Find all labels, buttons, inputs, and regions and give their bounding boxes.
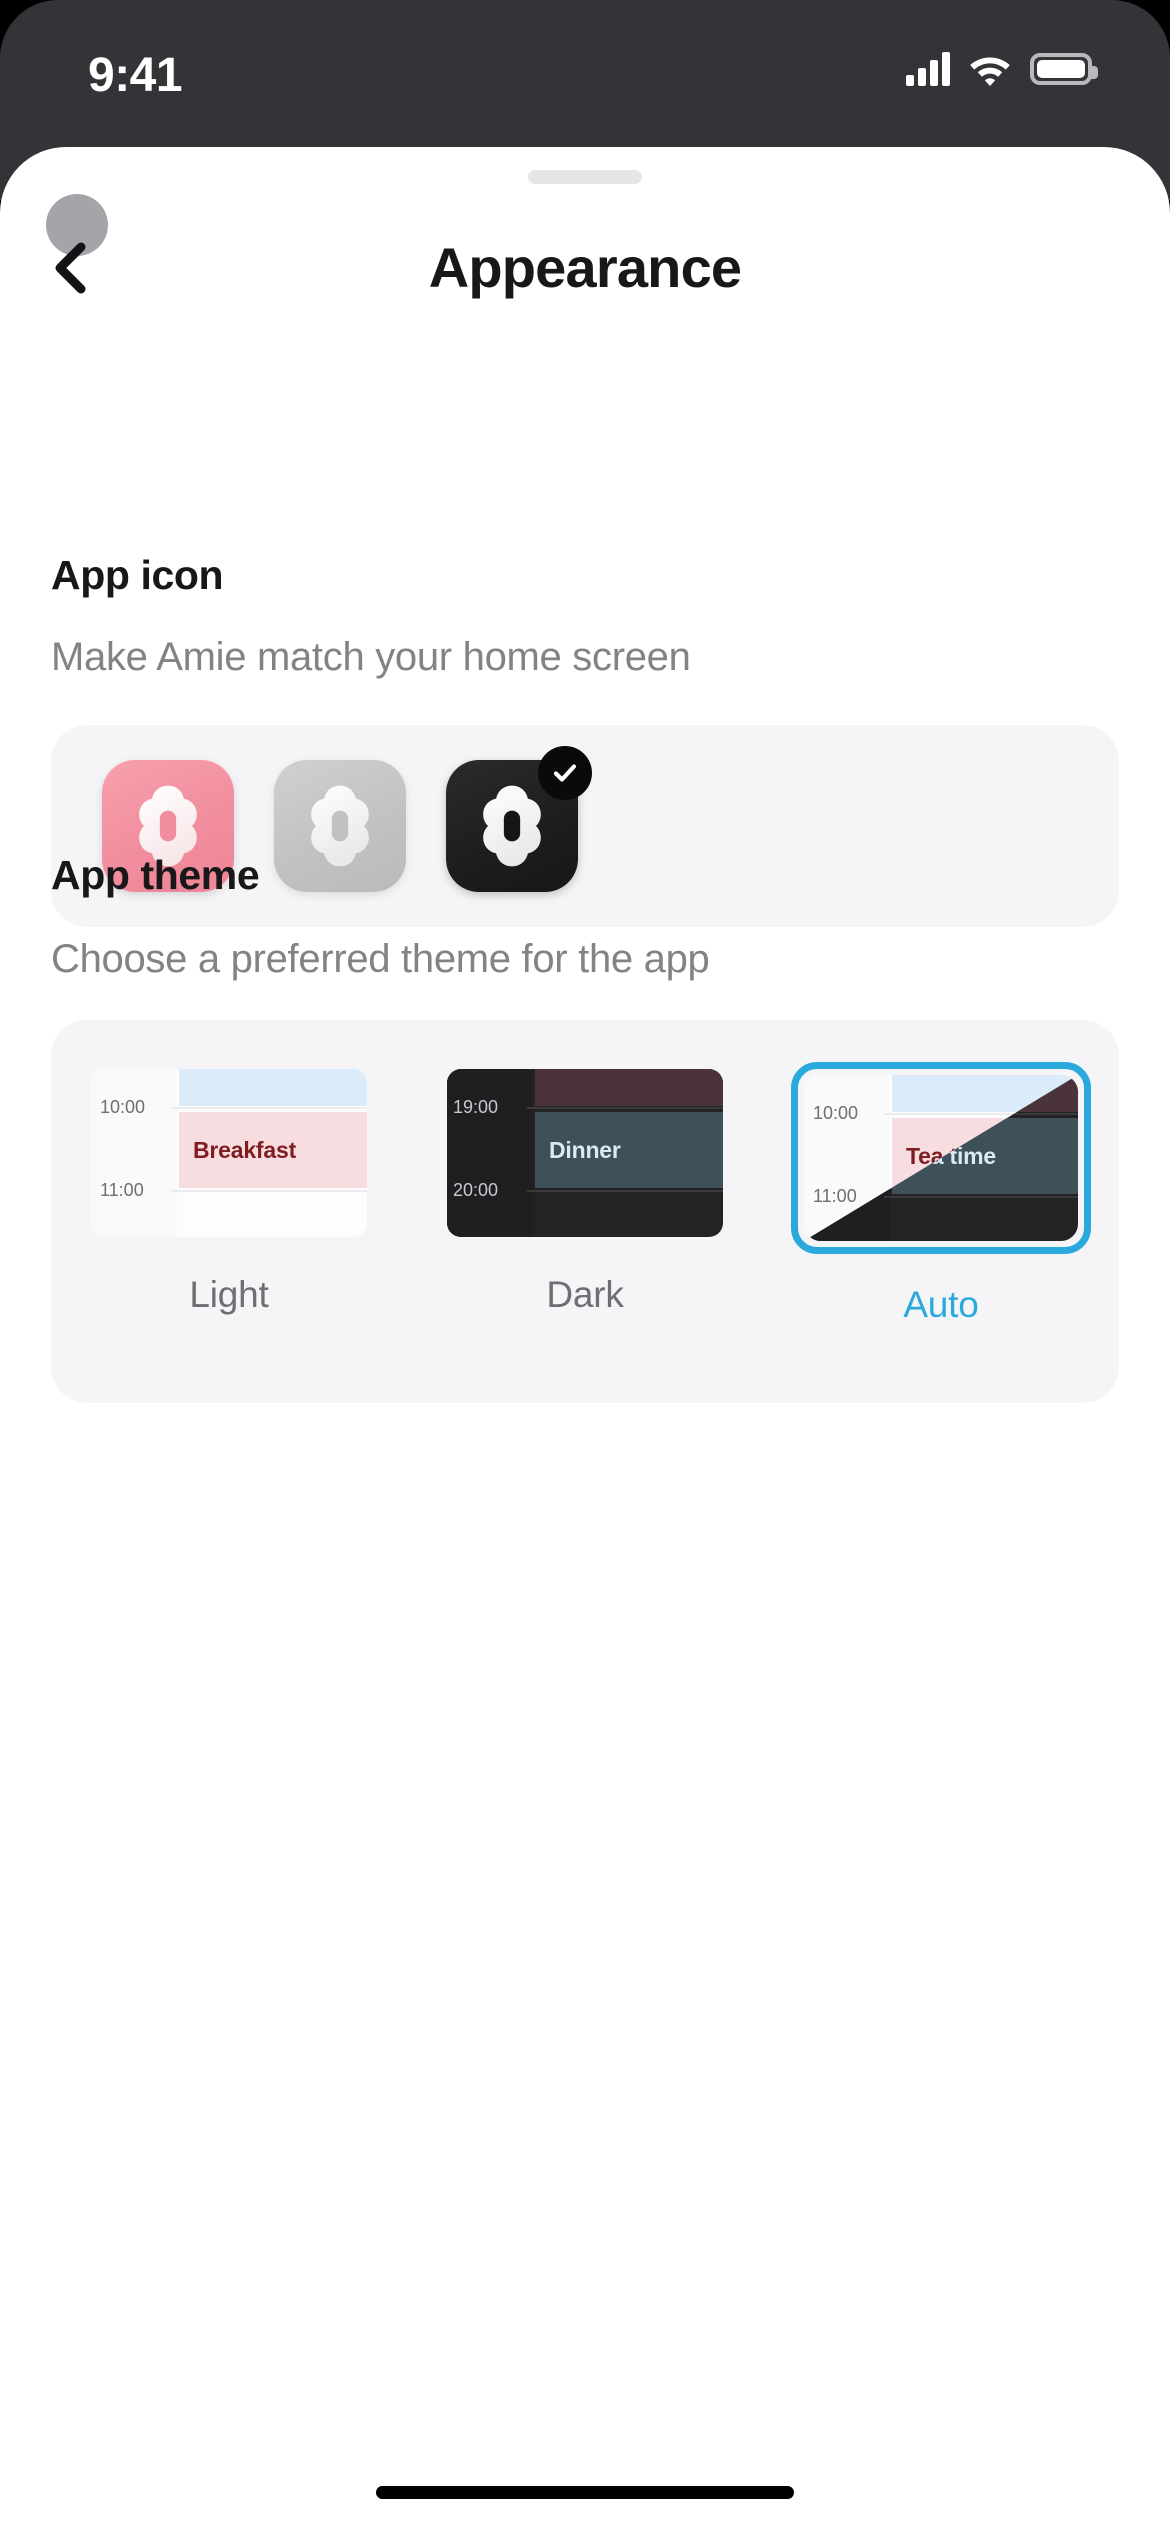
- preview-grid-line: [527, 1107, 723, 1109]
- navigation-bar: Appearance: [0, 147, 1170, 299]
- cellular-signal-icon: [906, 52, 950, 86]
- app-icon-option-grey[interactable]: [274, 760, 406, 892]
- theme-label-light: Light: [189, 1274, 269, 1315]
- theme-option-dark[interactable]: 19:00 20:00 Dinner Dark: [430, 1062, 740, 1316]
- preview-grid-line: [527, 1190, 723, 1192]
- preview-time-label-bottom: 20:00: [453, 1180, 499, 1200]
- app-icon-option-dark[interactable]: [446, 746, 592, 892]
- theme-option-auto[interactable]: 10:00 11:00 Tea time 10:00: [786, 1062, 1096, 1326]
- preview-accent-block: [535, 1069, 723, 1106]
- check-icon: [553, 764, 577, 782]
- app-icon-section-subtitle: Make Amie match your home screen: [51, 635, 691, 679]
- theme-preview-dark-frame: 19:00 20:00 Dinner: [440, 1062, 730, 1244]
- theme-preview-auto-frame: 10:00 11:00 Tea time 10:00: [791, 1062, 1091, 1254]
- status-bar-indicators: [906, 52, 1098, 86]
- theme-preview-dark: 19:00 20:00 Dinner: [447, 1069, 723, 1237]
- theme-preview-light: 10:00 11:00 Breakfast: [91, 1069, 367, 1237]
- app-theme-section-title: App theme: [51, 852, 260, 898]
- preview-time-label-top: 10:00: [100, 1097, 146, 1117]
- preview-time-label-top: 19:00: [453, 1097, 499, 1117]
- theme-option-light[interactable]: 10:00 11:00 Breakfast Light: [74, 1062, 384, 1316]
- theme-preview-light-frame: 10:00 11:00 Breakfast: [84, 1062, 374, 1244]
- page-title: Appearance: [428, 236, 742, 299]
- status-bar: 9:41: [0, 0, 1170, 150]
- amie-logo-icon: [311, 785, 369, 867]
- preview-time-gutter: [91, 1069, 177, 1237]
- settings-sheet: Appearance App icon Make Amie match your…: [0, 147, 1170, 2532]
- battery-full-icon: [1030, 53, 1098, 85]
- home-indicator[interactable]: [376, 2486, 794, 2499]
- theme-label-auto: Auto: [903, 1284, 979, 1325]
- phone-screen: 9:41 Appearance App icon Make Amie match…: [0, 0, 1170, 2532]
- preview-accent-block: [179, 1069, 367, 1106]
- app-theme-section-subtitle: Choose a preferred theme for the app: [51, 937, 710, 981]
- preview-time-label-bottom: 11:00: [813, 1186, 857, 1206]
- preview-time-gutter: [447, 1069, 533, 1237]
- preview-event-block: Dinner: [535, 1112, 723, 1188]
- preview-time-label-bottom: 11:00: [100, 1180, 144, 1200]
- wifi-icon: [970, 57, 1010, 86]
- app-theme-options-card: 10:00 11:00 Breakfast Light 19:00 20:00 …: [51, 1020, 1119, 1403]
- status-bar-clock: 9:41: [88, 49, 183, 102]
- app-icon-section-title: App icon: [51, 552, 224, 598]
- preview-grid-line: [884, 1196, 1078, 1198]
- theme-label-dark: Dark: [546, 1274, 624, 1315]
- preview-grid-line: [171, 1190, 367, 1192]
- selected-check-badge: [538, 746, 592, 800]
- preview-event-block: Breakfast: [179, 1112, 367, 1188]
- theme-preview-auto: 10:00 11:00 Tea time 10:00: [804, 1075, 1078, 1241]
- preview-time-label-top: 10:00: [813, 1103, 859, 1123]
- preview-grid-line: [171, 1107, 367, 1109]
